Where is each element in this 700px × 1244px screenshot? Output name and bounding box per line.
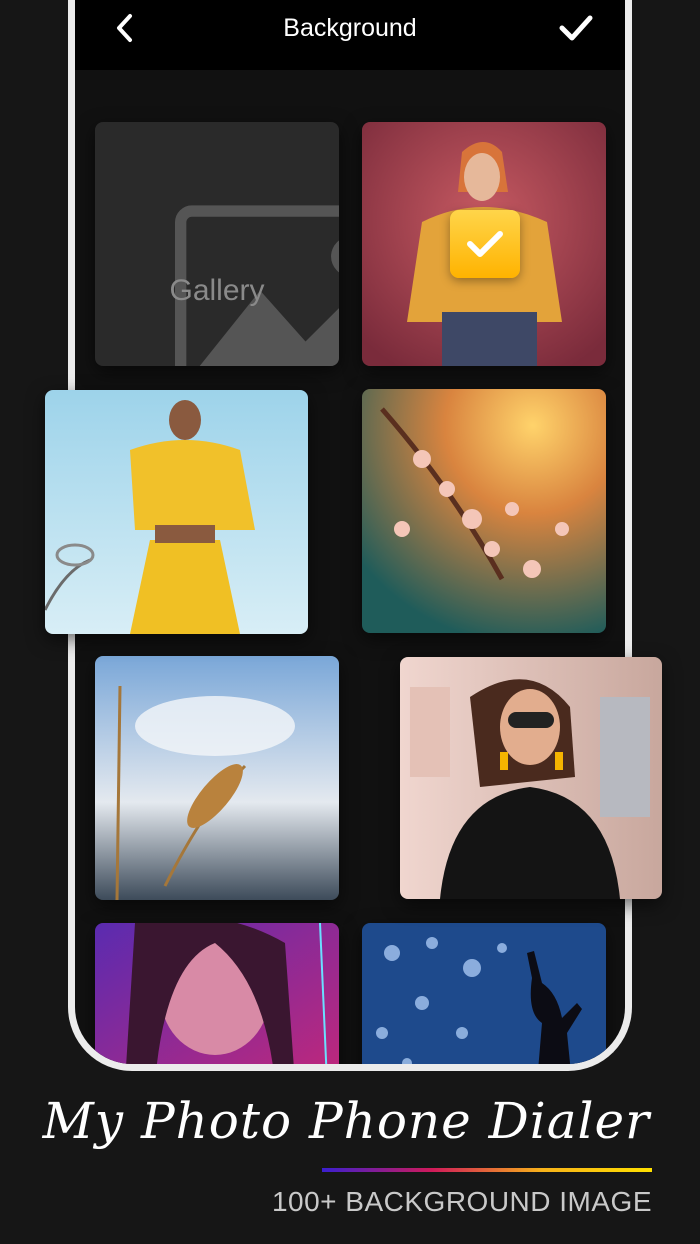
- selected-badge: [450, 210, 520, 278]
- background-thumb-neon-woman[interactable]: [95, 923, 339, 1064]
- background-thumb-yellow-hoodie[interactable]: [45, 390, 308, 634]
- photo-cherry-blossom: [362, 389, 606, 633]
- check-badge-icon: [467, 231, 503, 257]
- photo-bokeh-silhouette: [362, 923, 606, 1064]
- gallery-button[interactable]: Gallery: [95, 122, 339, 366]
- page-title: Background: [283, 14, 417, 42]
- photo-neon-woman: [95, 923, 339, 1064]
- tagline: 100+ BACKGROUND IMAGE: [271, 1186, 652, 1217]
- photo-sunglasses-woman: [400, 657, 662, 899]
- photo-yellow-hoodie: [45, 390, 308, 634]
- background-thumb-sunglasses-woman[interactable]: [400, 657, 662, 899]
- app-name: My Photo Phone Dialer: [42, 1092, 650, 1150]
- top-bar: Background: [75, 0, 625, 70]
- background-thumb-bokeh-silhouette[interactable]: [362, 923, 606, 1064]
- photo-wheat-stalk: [95, 656, 339, 900]
- background-thumb-wheat[interactable]: [95, 656, 339, 900]
- checkmark-icon: [559, 15, 593, 41]
- gallery-label: Gallery: [169, 274, 265, 307]
- confirm-button[interactable]: [548, 6, 604, 54]
- image-icon: [175, 205, 339, 366]
- background-thumb-woman-orange[interactable]: [362, 122, 606, 366]
- background-thumb-cherry-blossom[interactable]: [362, 389, 606, 633]
- brand-underline: [322, 1168, 652, 1172]
